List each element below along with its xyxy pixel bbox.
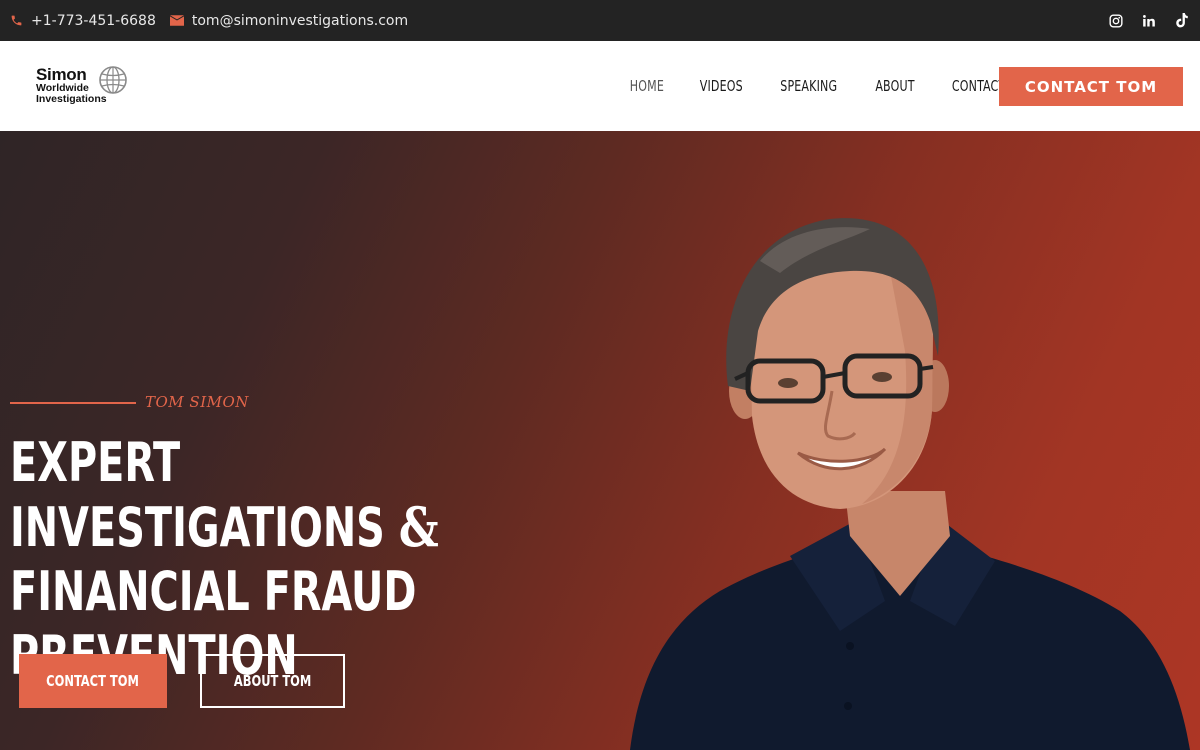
- hero-kicker: TOM SIMON: [145, 393, 249, 411]
- about-tom-button-label: ABOUT TOM: [233, 672, 312, 690]
- email-address: tom@simoninvestigations.com: [191, 12, 409, 29]
- hero-title-line1: EXPERT INVESTIGATIONS: [10, 431, 385, 559]
- social-links: [1091, 0, 1190, 41]
- instagram-icon[interactable]: [1108, 13, 1124, 29]
- phone-icon: [11, 15, 22, 26]
- about-tom-button[interactable]: ABOUT TOM: [200, 654, 345, 708]
- contact-tom-header-button[interactable]: CONTACT TOM: [999, 67, 1183, 106]
- hero-title-line2: FINANCIAL FRAUD: [10, 560, 417, 623]
- globe-icon: [99, 66, 127, 94]
- logo-text-investigations: Investigations: [36, 93, 107, 105]
- contact-tom-button[interactable]: CONTACT TOM: [19, 654, 167, 708]
- contact-tom-button-label: CONTACT TOM: [46, 672, 140, 690]
- top-bar: +1-773-451-6688 tom@simoninvestigations.…: [0, 0, 1200, 41]
- kicker-divider: [10, 402, 136, 404]
- main-nav: HOME VIDEOS SPEAKING ABOUT CONTACT: [612, 41, 1024, 131]
- site-logo[interactable]: Simon Worldwide Investigations: [36, 65, 136, 109]
- hero-section: TOM SIMON EXPERT INVESTIGATIONS & FINANC…: [0, 131, 1200, 750]
- linkedin-icon[interactable]: [1141, 13, 1157, 29]
- hero-title: EXPERT INVESTIGATIONS & FINANCIAL FRAUD …: [10, 431, 469, 688]
- nav-item-contact[interactable]: CONTACT: [952, 77, 1006, 95]
- phone-number: +1-773-451-6688: [31, 12, 156, 29]
- nav-item-home[interactable]: HOME: [630, 77, 664, 95]
- nav-item-videos[interactable]: VIDEOS: [699, 77, 742, 95]
- tiktok-icon[interactable]: [1174, 13, 1190, 29]
- nav-item-speaking[interactable]: SPEAKING: [781, 77, 838, 95]
- hero-title-ampersand: &: [398, 495, 439, 559]
- nav-item-about[interactable]: ABOUT: [875, 77, 914, 95]
- envelope-icon: [169, 15, 184, 26]
- phone-link[interactable]: +1-773-451-6688: [10, 13, 156, 29]
- portrait-photo: [630, 218, 1190, 750]
- email-link[interactable]: tom@simoninvestigations.com: [169, 12, 409, 29]
- site-header: Simon Worldwide Investigations HOME VIDE…: [0, 41, 1200, 131]
